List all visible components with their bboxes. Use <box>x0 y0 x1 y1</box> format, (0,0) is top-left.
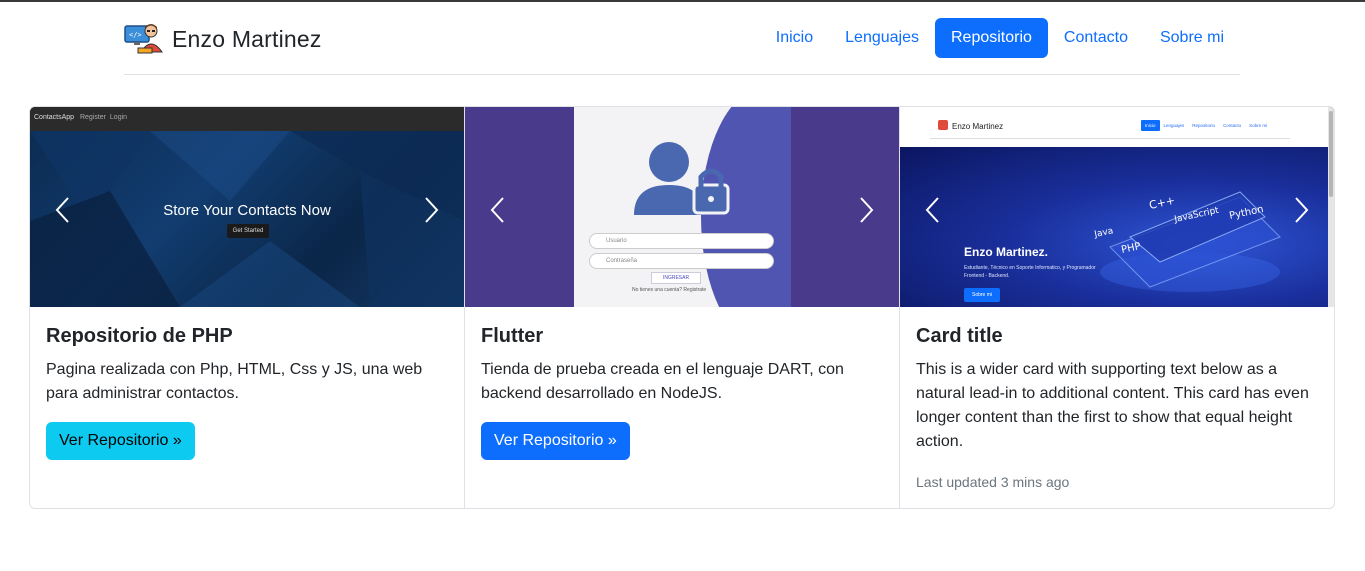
card-title: Card title <box>916 325 1003 347</box>
app-login-screen: Usuario Contraseña INGRESAR No tienes un… <box>574 107 791 307</box>
preview-nav: Inicio Lenguajes Repositorio Contacto So… <box>1141 120 1271 131</box>
preview-hero-button: Sobre mi <box>964 288 1000 302</box>
preview-brand: Enzo Martinez <box>952 122 1004 131</box>
card-title: Repositorio de PHP <box>46 325 233 347</box>
card-body: Flutter Tienda de prueba creada en el le… <box>465 307 899 476</box>
preview-scrollbar <box>1328 107 1334 307</box>
preview-hero: C++ JavaScript Python Java PHP <box>900 147 1330 307</box>
preview-nav-item: Lenguajes <box>1163 123 1185 128</box>
background-polygons <box>30 131 464 307</box>
last-updated-text: Last updated 3 mins ago <box>916 474 1070 490</box>
app-user-field: Usuario <box>589 233 774 249</box>
card-flutter: Usuario Contraseña INGRESAR No tienes un… <box>465 107 900 508</box>
nav-sobre-mi[interactable]: Sobre mi <box>1144 18 1240 58</box>
brand[interactable]: </> Enzo Martinez <box>124 22 322 56</box>
carousel-flutter: Usuario Contraseña INGRESAR No tienes un… <box>465 107 899 307</box>
app-login-button: INGRESAR <box>651 272 701 284</box>
card-text: Tienda de prueba creada en el lenguaje D… <box>481 361 844 402</box>
carousel-php: ContactsApp Register Login Store Your Co… <box>30 107 464 307</box>
card-text: Pagina realizada con Php, HTML, Css y JS… <box>46 361 423 402</box>
developer-avatar-icon: </> <box>124 24 163 54</box>
preview-nav-item: Sobre mi <box>1249 123 1268 128</box>
nav-repositorio[interactable]: Repositorio <box>934 18 1048 58</box>
card-body: Card title This is a wider card with sup… <box>900 307 1334 506</box>
carousel-next-icon[interactable] <box>421 195 441 225</box>
code-word: Java <box>1093 226 1115 240</box>
app-password-field: Contraseña <box>589 253 774 269</box>
preview-hero-subtitle: Estudiante, Técnico en Soporte Informati… <box>964 265 1096 279</box>
ver-repositorio-button[interactable]: Ver Repositorio » <box>481 422 630 460</box>
preview-nav-item: Inicio <box>1141 120 1160 131</box>
carousel-prev-icon[interactable] <box>923 195 943 225</box>
card-text: This is a wider card with supporting tex… <box>916 361 1309 450</box>
ver-repositorio-button[interactable]: Ver Repositorio » <box>46 422 195 460</box>
navbar: </> Enzo Martinez Inicio Lenguajes Repos… <box>124 2 1240 75</box>
carousel-prev-icon[interactable] <box>53 195 73 225</box>
nav-contacto[interactable]: Contacto <box>1048 18 1144 58</box>
app-brand: ContactsApp Register Login <box>34 114 128 121</box>
svg-text:</>: </> <box>129 31 142 39</box>
card-title: Flutter <box>481 325 544 347</box>
card-portfolio: Enzo Martinez Inicio Lenguajes Repositor… <box>900 107 1334 508</box>
carousel-next-icon[interactable] <box>856 195 876 225</box>
preview-nav-item: Repositorio <box>1192 123 1216 128</box>
card-body: Repositorio de PHP Pagina realizada con … <box>30 307 464 476</box>
avatar-icon <box>938 120 948 130</box>
site-header-preview: Enzo Martinez Inicio Lenguajes Repositor… <box>900 107 1330 147</box>
carousel-next-icon[interactable] <box>1291 195 1311 225</box>
nav-inicio[interactable]: Inicio <box>760 18 829 58</box>
preview-hero-title: Enzo Martinez. <box>964 245 1049 259</box>
card-group: ContactsApp Register Login Store Your Co… <box>29 106 1335 509</box>
carousel-portfolio: Enzo Martinez Inicio Lenguajes Repositor… <box>900 107 1334 307</box>
card-php: ContactsApp Register Login Store Your Co… <box>30 107 465 508</box>
main-nav: Inicio Lenguajes Repositorio Contacto So… <box>760 18 1240 58</box>
code-word: C++ <box>1148 194 1176 212</box>
slide-heading: Store Your Contacts Now <box>163 202 331 219</box>
app-navbar: ContactsApp Register Login <box>30 107 464 131</box>
carousel-prev-icon[interactable] <box>488 195 508 225</box>
slide-cta: Get Started <box>227 224 269 238</box>
code-panels-illustration: C++ JavaScript Python Java PHP <box>1093 191 1281 292</box>
user-lock-icon <box>634 142 730 215</box>
nav-lenguajes[interactable]: Lenguajes <box>829 18 935 58</box>
preview-nav-item: Contacto <box>1223 123 1242 128</box>
brand-name: Enzo Martinez <box>172 25 322 52</box>
app-register-prompt: No tienes una cuenta? Registrate <box>632 287 707 293</box>
